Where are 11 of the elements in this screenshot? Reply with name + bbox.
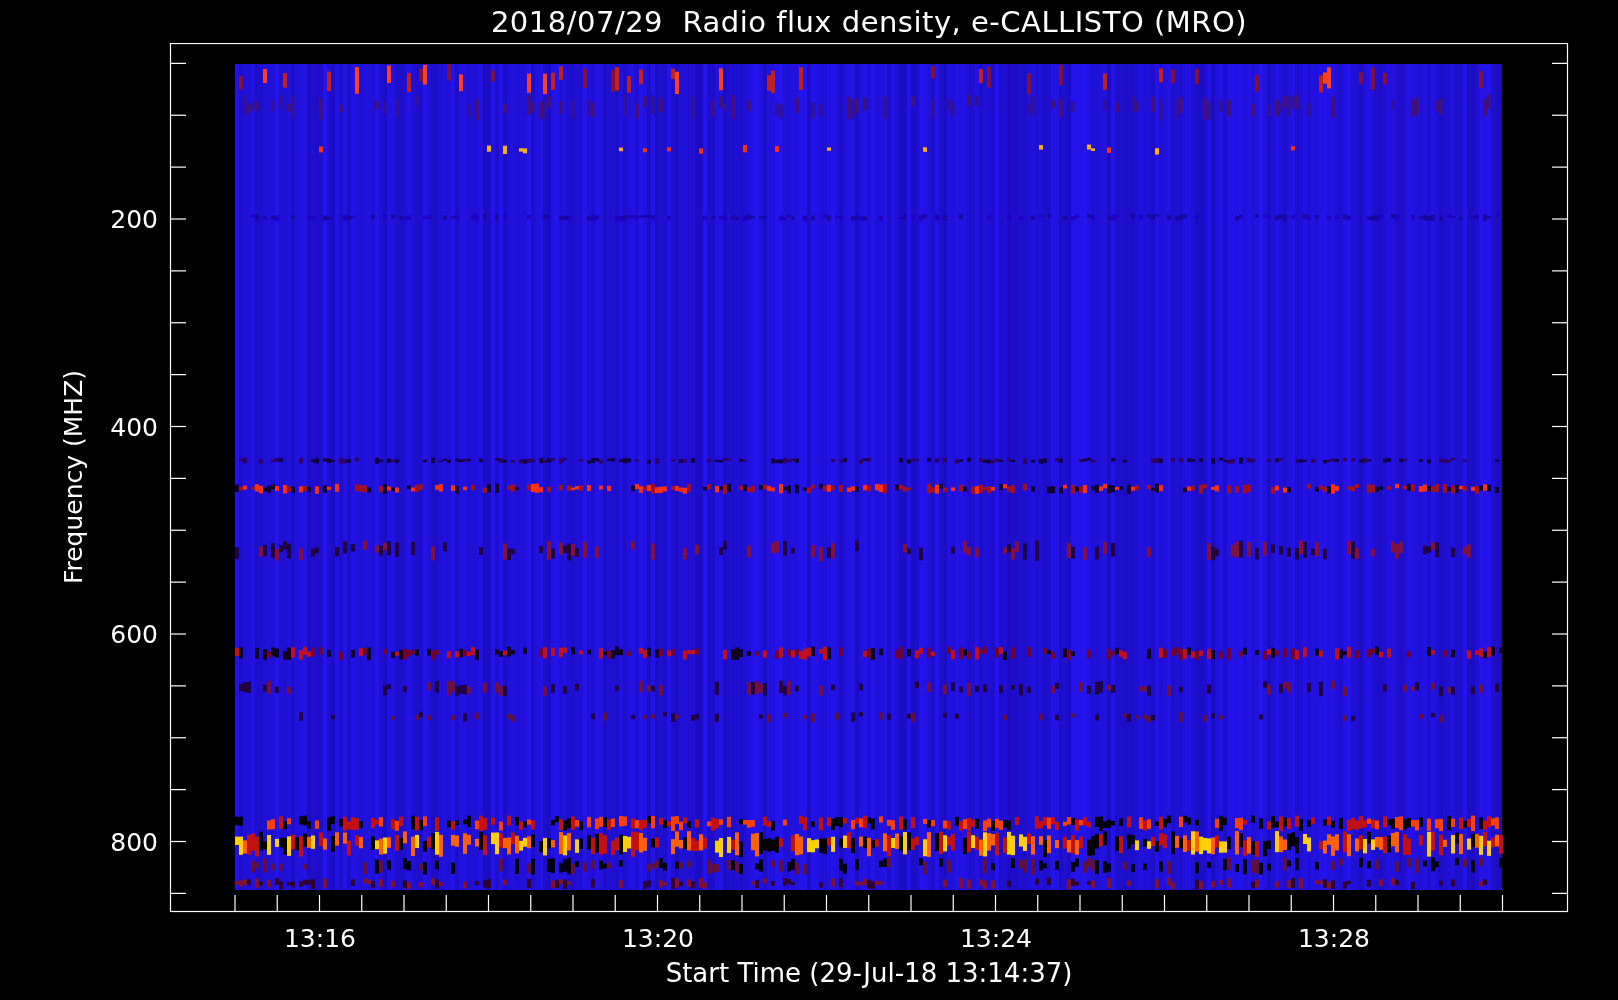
axis-tick-label: 13:24 (960, 924, 1032, 953)
axis-tick-label: 600 (110, 620, 158, 649)
axis-tick-label: 13:28 (1298, 924, 1370, 953)
axis-title: Start Time (29-Jul-18 13:14:37) (665, 958, 1073, 988)
chart-title: 2018/07/29 Radio flux density, e-CALLISTO (MRO) (490, 4, 1248, 39)
axis-title: Frequency (MHZ) (59, 369, 88, 585)
axis-tick-label: 800 (110, 827, 158, 857)
axis-tick-label: 13:16 (284, 924, 356, 953)
axis-tick-label: 13:20 (622, 924, 694, 953)
axis-tick-label: 400 (110, 412, 158, 442)
axis-tick-label: 200 (110, 205, 158, 234)
